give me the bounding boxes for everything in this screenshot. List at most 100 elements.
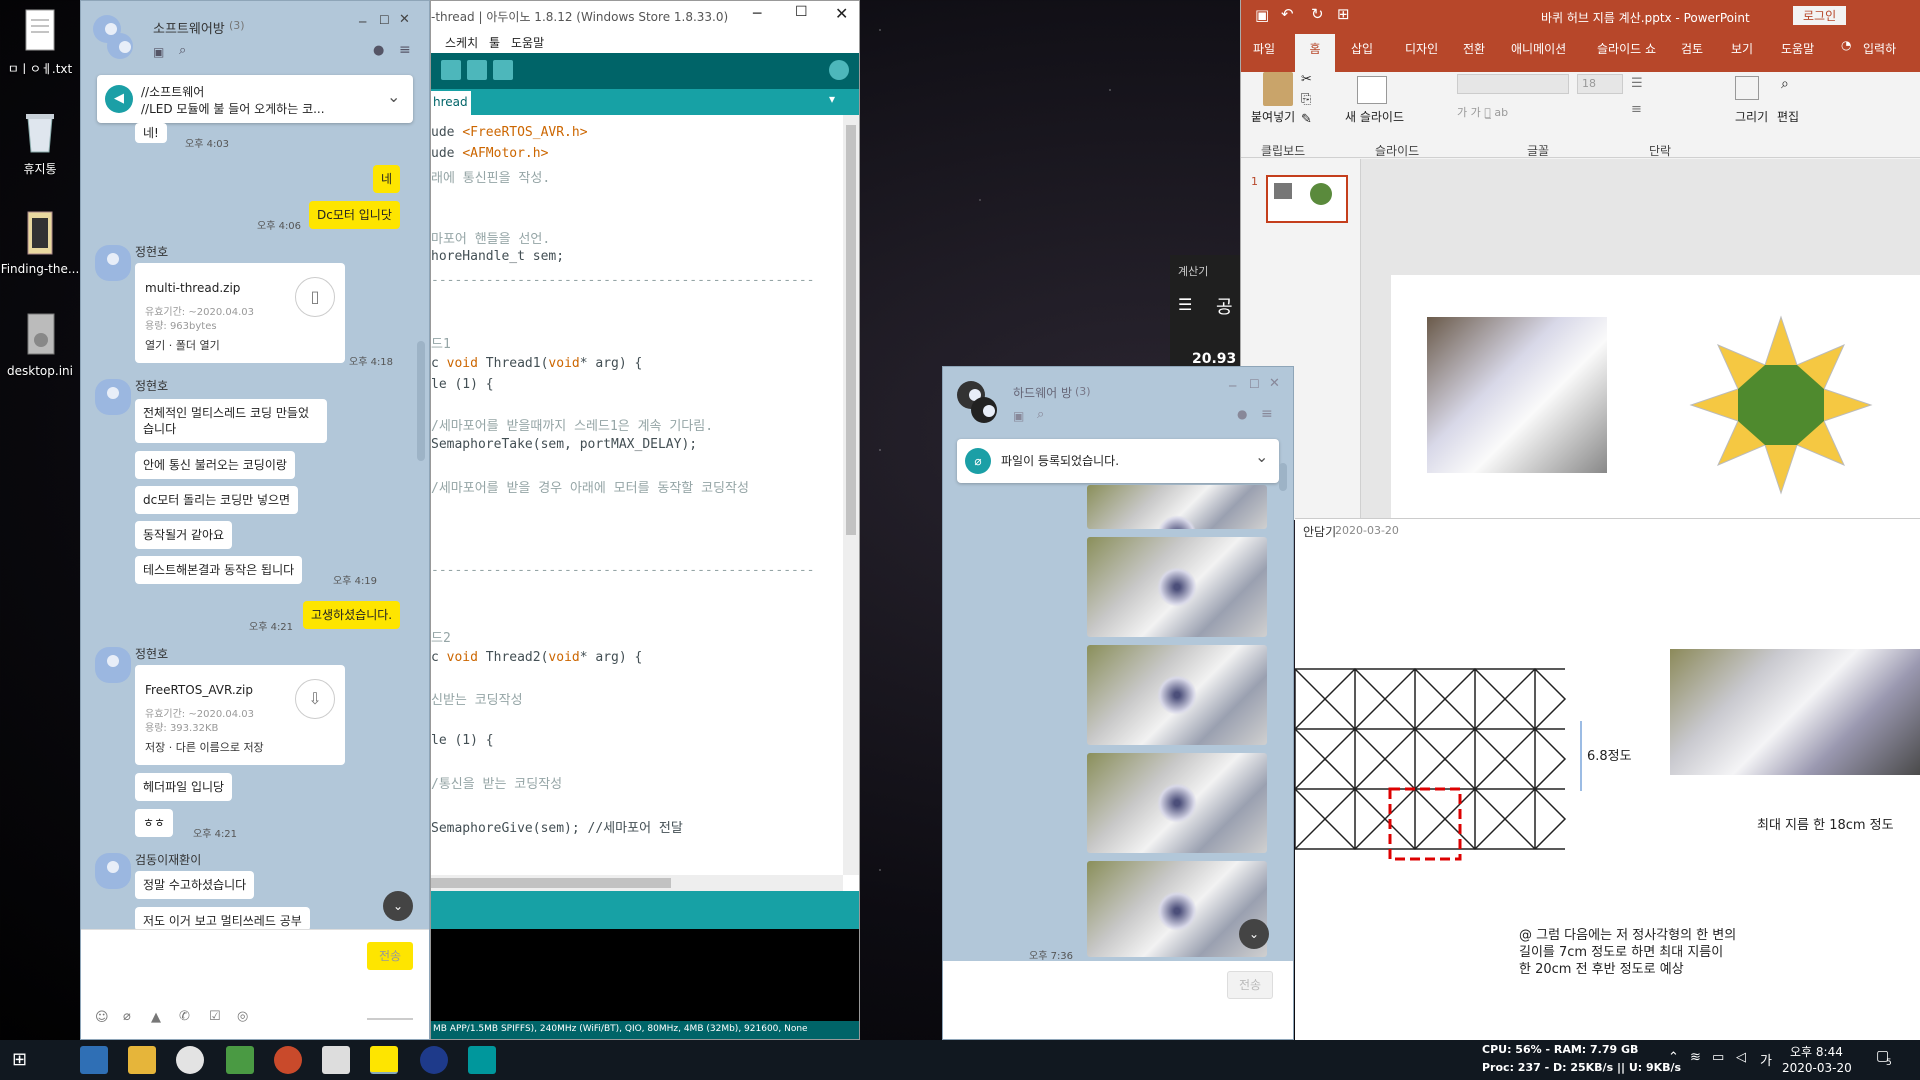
desktop-icon-recycle[interactable]: 휴지통 — [0, 108, 80, 177]
redo-icon[interactable]: ↻ — [1311, 5, 1324, 23]
image-thumbnail[interactable] — [1087, 537, 1267, 637]
tab-sketch[interactable]: hread — [431, 91, 471, 115]
message-input-area[interactable]: 전송 ☺ ⌀ ▲ ✆ ☑ ◎ — [81, 929, 429, 1039]
search-icon[interactable]: ⌕ — [1781, 76, 1789, 92]
save-icon[interactable] — [493, 60, 513, 80]
star-octagon-shape[interactable] — [1681, 305, 1881, 505]
undo-icon[interactable]: ↶ — [1281, 5, 1294, 23]
slide-thumbnail[interactable] — [1266, 175, 1348, 223]
desktop-icon-txt[interactable]: ㅁㅣㅇㅔ.txt — [0, 8, 80, 77]
download-icon[interactable]: ⇩ — [295, 679, 335, 719]
serial-monitor-icon[interactable] — [829, 60, 849, 80]
bullets-icon[interactable]: ☰ — [1631, 76, 1643, 91]
message-bubble[interactable]: 저도 이거 보고 멀티쓰레드 공부 — [135, 907, 310, 931]
chevron-up-icon[interactable]: ⌃ — [1668, 1050, 1679, 1065]
send-button[interactable]: 전송 — [367, 942, 413, 970]
code-editor[interactable]: ude <FreeRTOS_AVR.h> ude <AFMotor.h> 래에 … — [431, 115, 843, 875]
desktop-icon-ini[interactable]: desktop.ini — [0, 312, 80, 378]
user-avatar[interactable] — [95, 853, 131, 889]
file-attachment[interactable]: FreeRTOS_AVR.zip 유효기간: ~2020.04.03 용량: 3… — [135, 665, 345, 765]
image-thumbnail[interactable] — [1087, 753, 1267, 853]
kakaotalk-icon[interactable] — [370, 1046, 398, 1074]
tab-transitions[interactable]: 전환 — [1463, 40, 1485, 57]
paste-icon[interactable] — [1263, 72, 1293, 106]
notice-banner[interactable]: ⌀ 파일이 등록되었습니다. ⌄ — [957, 439, 1279, 483]
user-avatar[interactable] — [95, 647, 131, 683]
font-family-select[interactable] — [1457, 74, 1569, 94]
notice-banner[interactable]: ◀ //소프트웨어 //LED 모듈에 불 들어 오게하는 코... ⌄ — [97, 75, 413, 123]
chevron-down-icon[interactable]: ⌄ — [387, 87, 400, 106]
volume-icon[interactable]: ◁ — [1736, 1050, 1746, 1065]
tab-animations[interactable]: 애니메이션 — [1511, 40, 1566, 57]
network-icon[interactable]: ▭ — [1712, 1050, 1724, 1065]
send-button[interactable]: 전송 — [1227, 971, 1273, 999]
ime-indicator[interactable]: 가 — [1760, 1050, 1772, 1069]
tell-me-search[interactable]: 입력하 — [1863, 40, 1896, 57]
draw-icon[interactable] — [1735, 76, 1759, 100]
chat-scrollbar[interactable] — [417, 341, 425, 461]
edit-button[interactable]: 편집 — [1777, 108, 1799, 125]
arduino-icon[interactable] — [468, 1046, 496, 1074]
scroll-down-icon[interactable]: ⌄ — [383, 891, 413, 921]
maximize-button[interactable]: ☐ — [379, 13, 390, 27]
minimize-button[interactable]: ─ — [753, 6, 761, 22]
minimize-button[interactable]: ─ — [1229, 379, 1236, 393]
lightbulb-icon[interactable]: ◔ — [1841, 38, 1851, 52]
scroll-down-icon[interactable]: ⌄ — [1239, 919, 1269, 949]
save-icon[interactable]: ▣ — [1255, 6, 1269, 24]
minimize-button[interactable]: ─ — [359, 15, 366, 29]
start-windows-icon[interactable]: ⊞ — [12, 1049, 27, 1070]
message-bubble[interactable]: 동작될거 같아요 — [135, 521, 233, 549]
scroll-thumb[interactable] — [846, 125, 856, 535]
app-bird-icon[interactable] — [80, 1046, 108, 1074]
menu-help[interactable]: 도움말 — [511, 34, 544, 51]
draw-button[interactable]: 그리기 — [1735, 108, 1768, 125]
file-attachment[interactable]: multi-thread.zip 유효기간: ~2020.04.03 용량: 9… — [135, 263, 345, 363]
opacity-slider[interactable] — [367, 1018, 413, 1020]
align-icon[interactable]: ≡ — [1631, 102, 1642, 117]
clock-time[interactable]: 오후 8:44 — [1790, 1043, 1843, 1060]
close-button[interactable]: ✕ — [1269, 376, 1280, 391]
copy-icon[interactable]: ⎘ — [1301, 92, 1311, 107]
login-button[interactable]: 로그인 — [1793, 6, 1847, 25]
tab-slideshow[interactable]: 슬라이드 쇼 — [1597, 40, 1656, 57]
hamburger-icon[interactable]: ☰ — [1178, 295, 1192, 314]
call-icon[interactable]: ✆ — [179, 1009, 190, 1024]
close-button[interactable]: ✕ — [835, 4, 848, 23]
calculator-icon[interactable] — [322, 1046, 350, 1074]
message-bubble[interactable]: 정말 수고하셨습니다 — [135, 871, 255, 899]
message-bubble[interactable]: 네! — [135, 123, 167, 143]
menu-sketch[interactable]: 스케치 — [445, 34, 478, 51]
wifi-icon[interactable]: ≋ — [1690, 1050, 1701, 1065]
maximize-button[interactable]: ☐ — [1249, 377, 1260, 391]
new-slide-button[interactable]: 새 슬라이드 — [1345, 108, 1404, 125]
tab-menu-icon[interactable]: ▾ — [829, 92, 835, 106]
tab-review[interactable]: 검토 — [1681, 40, 1703, 57]
menu-icon[interactable]: ≡ — [399, 42, 411, 58]
file-explorer-icon[interactable] — [128, 1046, 156, 1074]
tab-design[interactable]: 디자인 — [1405, 40, 1438, 57]
search-icon[interactable]: ⌕ — [179, 43, 186, 58]
message-bubble[interactable]: ㅎㅎ — [135, 809, 174, 837]
image-icon[interactable]: ▲ — [151, 1010, 161, 1025]
search-icon[interactable]: ⌕ — [1037, 407, 1044, 422]
clock-date[interactable]: 2020-03-20 — [1782, 1061, 1852, 1075]
my-message-bubble[interactable]: 네 — [373, 165, 401, 193]
file-actions[interactable]: 저장 · 다른 이름으로 저장 — [145, 739, 264, 755]
font-size-select[interactable]: 18 — [1577, 74, 1623, 94]
cut-icon[interactable]: ✂ — [1301, 72, 1312, 87]
chrome-icon[interactable] — [176, 1046, 204, 1074]
horizontal-scrollbar[interactable] — [431, 875, 843, 891]
close-button[interactable]: ✕ — [399, 12, 410, 27]
user-avatar[interactable] — [95, 379, 131, 415]
maximize-button[interactable]: ☐ — [795, 4, 808, 20]
my-message-bubble[interactable]: 고생하셨습니다. — [303, 601, 401, 629]
app-dark-icon[interactable] — [420, 1046, 448, 1074]
message-bubble[interactable]: 헤더파일 입니당 — [135, 773, 233, 801]
image-thumbnail[interactable] — [1087, 485, 1267, 529]
attach-icon[interactable]: ⌀ — [123, 1009, 131, 1024]
message-bubble[interactable]: 안에 통신 불러오는 코딩이랑 — [135, 451, 295, 479]
slide[interactable] — [1391, 275, 1920, 520]
message-bubble[interactable]: 전체적인 멀티스레드 코딩 만들었 습니다 — [135, 399, 327, 443]
powerpoint-icon[interactable] — [274, 1046, 302, 1074]
